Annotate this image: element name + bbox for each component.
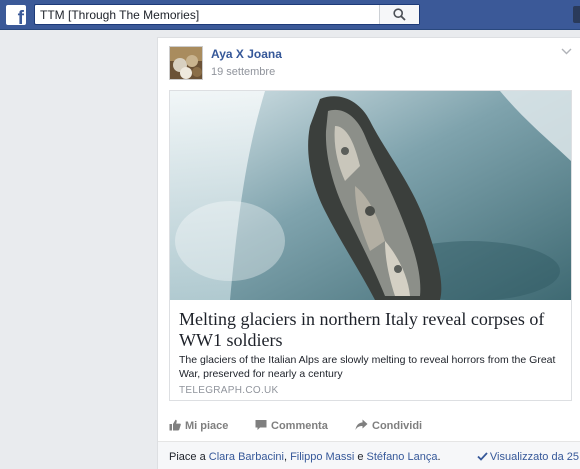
- share-icon: [355, 419, 368, 430]
- link-headline[interactable]: Melting glaciers in northern Italy revea…: [179, 309, 563, 351]
- chevron-down-icon[interactable]: [561, 48, 572, 55]
- profile-avatar[interactable]: [573, 6, 580, 23]
- link-domain: TELEGRAPH.CO.UK: [179, 385, 279, 396]
- link-image[interactable]: [170, 91, 571, 300]
- checkmark-icon: [477, 452, 488, 461]
- author-name[interactable]: Aya X Joana: [211, 47, 282, 61]
- link-description: The glaciers of the Italian Alps are slo…: [179, 354, 556, 380]
- top-bar: f TTM [Through The Memories]: [0, 0, 580, 30]
- shared-link[interactable]: Melting glaciers in northern Italy revea…: [169, 90, 572, 401]
- like-label: Mi piace: [185, 420, 229, 432]
- likes-summary: Piace a Clara Barbacini, Filippo Massi e…: [169, 451, 441, 463]
- search-input[interactable]: TTM [Through The Memories]: [40, 8, 199, 22]
- search-box[interactable]: TTM [Through The Memories]: [34, 4, 420, 25]
- post-card: Aya X Joana 19 settembre Melting glacier…: [157, 37, 580, 469]
- share-label: Condividi: [372, 420, 423, 432]
- liker-name[interactable]: Stéfano Lança: [367, 451, 438, 463]
- share-button[interactable]: Condividi: [355, 419, 422, 432]
- post-footer: Piace a Clara Barbacini, Filippo Massi e…: [158, 441, 580, 469]
- comment-button[interactable]: Commenta: [255, 419, 328, 432]
- thumbs-up-icon: [169, 419, 181, 431]
- facebook-logo-icon[interactable]: f: [6, 5, 26, 25]
- liker-name[interactable]: Filippo Massi: [290, 451, 354, 463]
- seen-by-count[interactable]: Visualizzato da 25: [477, 451, 579, 463]
- author-avatar[interactable]: [169, 46, 203, 80]
- post-timestamp[interactable]: 19 settembre: [211, 66, 275, 78]
- comment-label: Commenta: [271, 420, 328, 432]
- comment-icon: [255, 420, 267, 430]
- like-button[interactable]: Mi piace: [169, 419, 228, 432]
- search-icon: [393, 8, 406, 21]
- liker-name[interactable]: Clara Barbacini: [209, 451, 284, 463]
- seen-label: Visualizzato da 25: [489, 451, 579, 463]
- post-actions: Mi piace Commenta Condividi: [158, 411, 580, 441]
- search-button[interactable]: [379, 5, 419, 24]
